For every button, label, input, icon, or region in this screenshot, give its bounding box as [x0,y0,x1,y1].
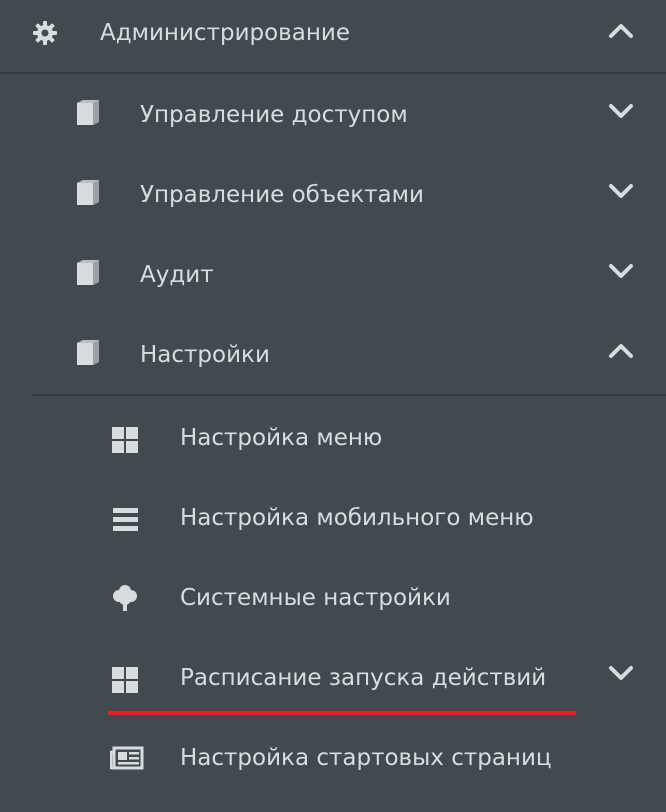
book-icon [72,338,102,368]
section-label: Администрирование [100,20,350,46]
item-label: Расписание запуска действий [180,665,547,691]
group-label: Аудит [140,262,214,288]
menu-item-menu-settings[interactable]: Настройка меню [0,396,666,476]
menu-group-access-management[interactable]: Управление доступом [0,74,666,154]
menu-section-administration[interactable]: Администрирование [0,0,666,72]
tree-icon [110,583,140,613]
newspaper-icon [109,743,144,773]
menu-item-start-pages-settings[interactable]: Настройка стартовых страниц [0,716,666,796]
chevron-up-icon[interactable] [606,336,636,366]
chevron-down-icon[interactable] [606,658,636,688]
chevron-up-icon[interactable] [606,16,636,46]
chevron-down-icon[interactable] [606,256,636,286]
grid-icon [110,425,140,455]
item-label: Настройка мобильного меню [180,505,534,531]
item-label: Настройка стартовых страниц [180,745,552,771]
chevron-down-icon[interactable] [606,176,636,206]
highlight-underline [108,711,576,715]
admin-sidebar-menu: Администрирование Управление доступом Уп… [0,0,666,812]
menu-item-system-settings[interactable]: Системные настройки [0,556,666,636]
book-icon [72,98,102,128]
menu-item-action-schedule[interactable]: Расписание запуска действий [0,636,666,716]
menu-group-audit[interactable]: Аудит [0,234,666,314]
group-label: Управление объектами [140,182,424,208]
grid-icon [110,665,140,695]
chevron-down-icon[interactable] [606,96,636,126]
list-icon [110,505,140,535]
group-label: Настройки [140,342,270,368]
item-label: Настройка меню [180,425,383,451]
gear-icon [30,18,60,48]
book-icon [72,258,102,288]
menu-group-settings[interactable]: Настройки [0,314,666,394]
menu-item-mobile-menu-settings[interactable]: Настройка мобильного меню [0,476,666,556]
book-icon [72,178,102,208]
menu-group-objects-management[interactable]: Управление объектами [0,154,666,234]
item-label: Системные настройки [180,585,451,611]
group-label: Управление доступом [140,102,408,128]
